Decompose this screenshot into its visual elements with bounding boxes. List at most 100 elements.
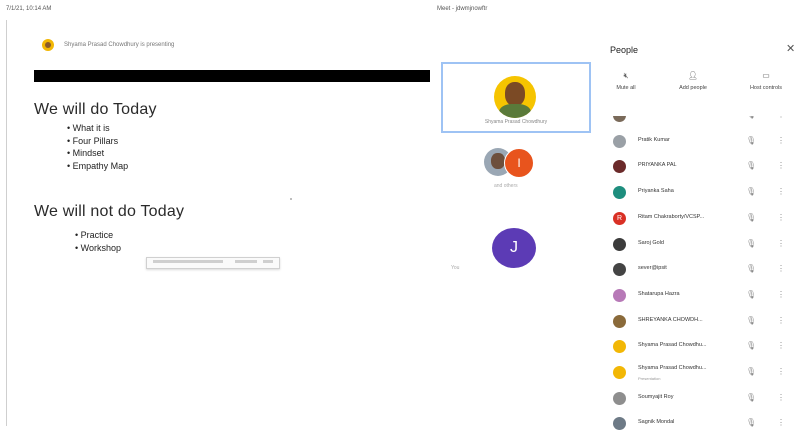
cursor-dot [290, 198, 292, 200]
not-list: Practice Workshop [75, 229, 121, 254]
avatar [613, 263, 626, 277]
presentation-toolbar-popup[interactable] [146, 257, 280, 269]
slide-heading-do: We will do Today [34, 101, 157, 118]
avatar [613, 237, 626, 251]
participant-name: PRIYANKA PAL [638, 162, 677, 169]
participant-avatar [494, 76, 536, 118]
mute-all-button[interactable]: 🔇︎ Mute all [606, 70, 646, 91]
presenter-avatar [42, 39, 54, 51]
participant-row[interactable]: sever@ipsit 🎙︎ ⋮ [596, 256, 797, 282]
browser-topbar: 7/1/21, 10:14 AM Meet - jdwmjnowftr [0, 0, 797, 20]
timestamp: 7/1/21, 10:14 AM [6, 6, 52, 12]
self-label: You [451, 265, 460, 271]
avatar [613, 366, 626, 379]
participant-name: Saroj Gold [638, 239, 664, 246]
participant-row[interactable]: Shyama Prasad Chowdhu... Presentation 🎙︎ ⋮ [596, 359, 797, 385]
avatar [613, 314, 626, 328]
mic-off-icon[interactable]: 🎙︎ [746, 239, 756, 248]
participant-row[interactable]: Aditi Kumar 🎙︎ ⋮ [596, 116, 797, 128]
avatar [613, 116, 626, 122]
add-people-button[interactable]: 👤︎ Add people [673, 70, 713, 91]
more-options-icon[interactable]: ⋮ [777, 418, 785, 427]
presenter-banner: Shyama Prasad Chowdhury is presenting [42, 38, 174, 52]
popup-segment [153, 260, 223, 263]
more-options-icon[interactable]: ⋮ [777, 213, 785, 222]
popup-button[interactable] [263, 260, 273, 263]
participant-name: Sagnik Mondal [638, 419, 675, 426]
add-person-icon: 👤︎ [687, 71, 699, 80]
popup-button[interactable] [235, 260, 257, 263]
slide-header-bar [34, 70, 430, 82]
participant-row[interactable]: Sagnik Mondal 🎙︎ ⋮ [596, 410, 797, 436]
avatar [613, 160, 626, 174]
participant-row[interactable]: Pratik Kumar 🎙︎ ⋮ [596, 128, 797, 154]
avatar-j[interactable]: J [492, 228, 536, 268]
more-options-icon[interactable]: ⋮ [777, 367, 785, 376]
mic-off-icon[interactable]: 🎙︎ [746, 136, 756, 145]
participant-name: Soumyajit Roy [638, 393, 674, 400]
mic-off-icon[interactable]: 🎙︎ [746, 187, 756, 196]
more-options-icon[interactable]: ⋮ [777, 316, 785, 325]
more-options-icon[interactable]: ⋮ [777, 264, 785, 273]
avatar [613, 340, 626, 354]
mic-off-icon[interactable]: 🎙︎ [746, 116, 756, 119]
participant-name: SHREYANKA CHOWDH... [638, 316, 703, 323]
mic-off-icon[interactable]: 🎙︎ [746, 316, 756, 325]
mic-off-icon[interactable]: 🎙︎ [746, 393, 756, 402]
participant-row[interactable]: PRIYANKA PAL 🎙︎ ⋮ [596, 153, 797, 179]
more-options-icon[interactable]: ⋮ [777, 187, 785, 196]
people-panel: People ✕ 🔇︎ Mute all 👤︎ Add people ▭ Hos… [596, 20, 797, 431]
participant-name: sever@ipsit [638, 265, 667, 272]
host-controls-button[interactable]: ▭ Host controls [741, 70, 791, 91]
more-options-icon[interactable]: ⋮ [777, 341, 785, 350]
more-options-icon[interactable]: ⋮ [777, 239, 785, 248]
more-options-icon[interactable]: ⋮ [777, 290, 785, 299]
list-item: Practice [75, 229, 121, 242]
participant-name: Shyama Prasad Chowdhu... [638, 342, 707, 349]
participant-name: Pratik Kumar [638, 136, 670, 143]
participant-row[interactable]: Soumyajit Roy 🎙︎ ⋮ [596, 385, 797, 411]
participant-subtitle: Presentation [638, 376, 661, 381]
mute-icon: 🔇︎ [623, 71, 629, 80]
avatar [613, 417, 626, 431]
close-icon[interactable]: ✕ [786, 42, 795, 55]
participant-row[interactable]: Saroj Gold 🎙︎ ⋮ [596, 231, 797, 257]
mic-off-icon[interactable]: 🎙︎ [746, 418, 756, 427]
mic-off-icon[interactable]: 🎙︎ [746, 341, 756, 350]
mic-off-icon[interactable]: 🎙︎ [746, 264, 756, 273]
participant-group-tile[interactable]: I [484, 148, 548, 178]
more-options-icon[interactable]: ⋮ [777, 116, 785, 119]
list-item: Workshop [75, 242, 121, 255]
participant-row[interactable]: Shyama Prasad Chowdhu... 🎙︎ ⋮ [596, 333, 797, 359]
tile-name: Shyama Prasad Chowdhury [484, 119, 548, 125]
action-label: Host controls [749, 85, 783, 91]
participant-row[interactable]: Shatarupa Hazra 🎙︎ ⋮ [596, 282, 797, 308]
participant-row[interactable]: Priyanka Saha 🎙︎ ⋮ [596, 179, 797, 205]
participant-row[interactable]: R Ritam Chakraborty/VCSP... 🎙︎ ⋮ [596, 205, 797, 231]
mic-off-icon[interactable]: 🎙︎ [746, 367, 756, 376]
more-options-icon[interactable]: ⋮ [777, 161, 785, 170]
mic-off-icon[interactable]: 🎙︎ [746, 213, 756, 222]
participant-row[interactable]: SHREYANKA CHOWDH... 🎙︎ ⋮ [596, 308, 797, 334]
avatar [613, 134, 626, 148]
main-video-tile[interactable]: Shyama Prasad Chowdhury [441, 62, 591, 133]
meeting-title: Meet - jdwmjnowftr [437, 6, 488, 12]
more-options-icon[interactable]: ⋮ [777, 136, 785, 145]
presenter-banner-text: Shyama Prasad Chowdhury is presenting [64, 42, 175, 48]
more-options-icon[interactable]: ⋮ [777, 393, 785, 402]
avatar [613, 186, 626, 200]
avatar: I [504, 148, 534, 178]
participant-list[interactable]: Aditi Kumar🎙︎⋮Pratik Kumar🎙︎⋮PRIYANKA PA… [596, 116, 797, 446]
mic-off-icon[interactable]: 🎙︎ [746, 290, 756, 299]
do-list: What it is Four Pillars Mindset Empathy … [67, 122, 129, 172]
host-controls-icon: ▭ [762, 71, 770, 80]
participant-name: Shyama Prasad Chowdhu... [638, 365, 707, 371]
avatar: R [613, 211, 626, 225]
mic-off-icon[interactable]: 🎙︎ [746, 161, 756, 170]
participant-name: Shatarupa Hazra [638, 290, 680, 297]
action-label: Mute all [616, 85, 636, 91]
list-item: Mindset [67, 147, 128, 160]
action-label: Add people [679, 85, 707, 91]
frame-edge [6, 20, 7, 426]
slide-heading-not: We will not do Today [34, 203, 185, 220]
